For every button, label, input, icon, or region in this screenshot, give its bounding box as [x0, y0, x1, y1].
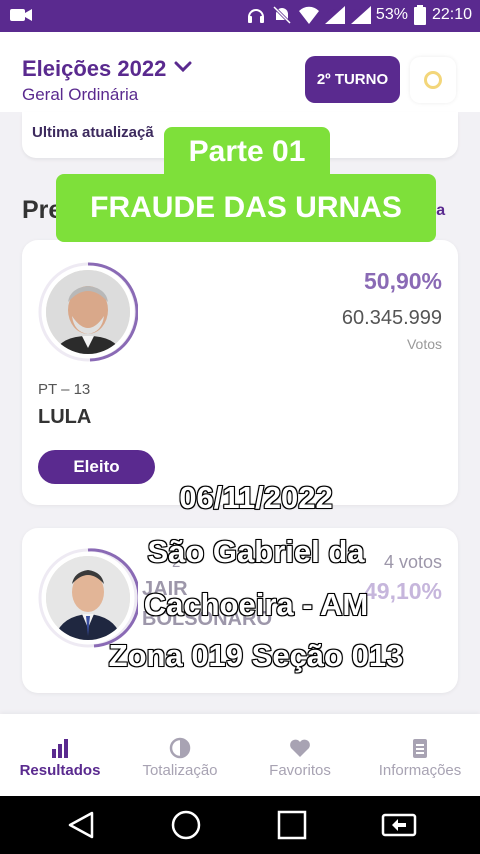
- chevron-down-icon[interactable]: [174, 60, 192, 78]
- votes-label: Votos: [406, 336, 442, 352]
- tab-informacoes[interactable]: Informações: [360, 714, 480, 796]
- overlay-date: 06/11/2022: [178, 479, 333, 516]
- screen-rotate-icon[interactable]: [380, 809, 418, 841]
- headphones-icon: [246, 5, 266, 25]
- page-subtitle: Geral Ordinária: [22, 85, 139, 104]
- candidate-votes: 60.345.999: [341, 307, 442, 329]
- mute-icon: [272, 5, 292, 25]
- android-navigation-bar: [0, 796, 480, 854]
- svg-text:3G: 3G: [353, 9, 362, 16]
- turno-button[interactable]: 2º TURNO: [305, 56, 400, 103]
- status-button[interactable]: [410, 57, 456, 103]
- app-screen: 4G 3G 53% 22:10 Eleições 2022 Geral Ordi…: [0, 0, 480, 854]
- tab-label: Favoritos: [269, 762, 331, 779]
- signal-icon: 4G: [324, 5, 345, 25]
- clock: 22:10: [431, 6, 472, 23]
- overlay-headline: FRAUDE DAS URNAS: [56, 174, 436, 242]
- overlay-zone: Zona 019 Seção 013: [108, 637, 405, 674]
- candidate-avatar: [38, 262, 138, 362]
- tab-label: Totalização: [142, 762, 218, 779]
- app-header: Eleições 2022 Geral Ordinária 2º TURNO: [0, 32, 480, 112]
- tab-label: Informações: [378, 762, 462, 779]
- pie-chart-icon: [168, 736, 192, 760]
- candidate-percent: 50,90%: [363, 268, 442, 294]
- heart-icon: [288, 736, 312, 760]
- camera-icon: [10, 7, 32, 28]
- tab-label: Resultados: [19, 762, 101, 779]
- back-icon[interactable]: [66, 809, 98, 841]
- election-selector[interactable]: Eleições 2022: [22, 56, 192, 82]
- signal-icon: 3G: [350, 5, 371, 25]
- elected-badge: Eleito: [38, 450, 155, 484]
- overlay-city-line2: Cachoeira - AM: [143, 586, 370, 623]
- svg-text:4G: 4G: [327, 9, 336, 16]
- wifi-icon: [298, 5, 319, 25]
- candidate-party: PT – 13: [38, 381, 91, 398]
- bottom-navigation: Resultados Totalização Favoritos Informa…: [0, 714, 480, 796]
- candidate-name: LULA: [38, 406, 92, 428]
- overlay-part-label: Parte 01: [164, 127, 330, 177]
- page-title: Eleições 2022: [22, 56, 167, 81]
- candidate-card[interactable]: 50,90% 60.345.999 Votos PT – 13 LULA Ele…: [22, 240, 458, 505]
- document-icon: [408, 736, 432, 760]
- recents-icon[interactable]: [276, 809, 308, 841]
- battery-percent: 53%: [375, 6, 408, 23]
- overlay-city-line1: São Gabriel da: [146, 533, 365, 570]
- tab-favoritos[interactable]: Favoritos: [240, 714, 360, 796]
- loading-ring-icon: [424, 71, 442, 89]
- tab-resultados[interactable]: Resultados: [0, 714, 120, 796]
- avatar: [46, 270, 130, 354]
- home-icon[interactable]: [170, 809, 202, 841]
- last-update-text: Ultima atualizaçã: [32, 124, 154, 141]
- tab-totalizacao[interactable]: Totalização: [120, 714, 240, 796]
- status-bar: 4G 3G 53% 22:10: [0, 0, 480, 32]
- battery-icon: [413, 5, 426, 25]
- bar-chart-icon: [48, 736, 72, 760]
